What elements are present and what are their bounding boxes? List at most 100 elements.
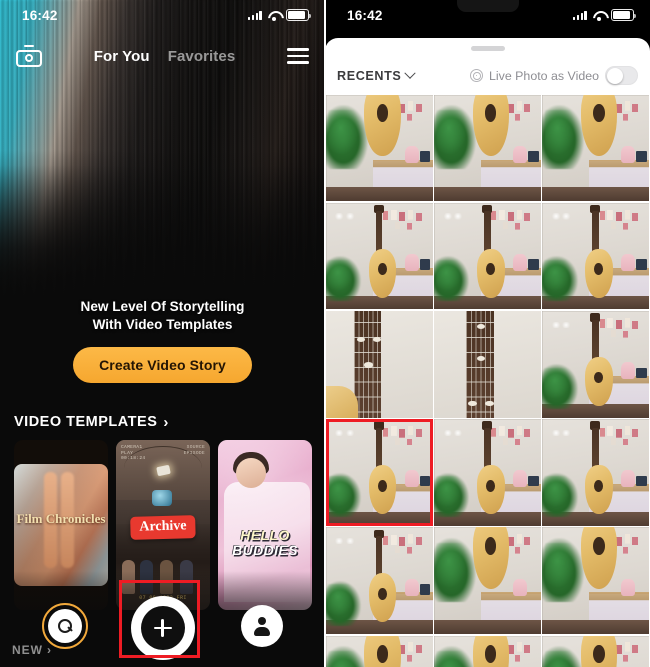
photo-grid-cell[interactable] [434, 202, 541, 310]
photo-thumbnail [542, 527, 649, 635]
chevron-down-icon [404, 67, 417, 79]
photo-thumbnail [326, 202, 433, 310]
photo-thumbnail [542, 635, 649, 667]
photo-thumbnail [542, 419, 649, 526]
plus-icon [153, 619, 172, 637]
template-title-archive: Archive [130, 515, 196, 540]
chevron-right-icon: › [163, 413, 169, 431]
phone-divider [324, 0, 326, 667]
battery-icon [611, 9, 637, 21]
photo-thumbnail [434, 635, 541, 667]
device-notch [456, 0, 519, 12]
template-title-film-chronicles: Film Chronicles [16, 511, 106, 526]
live-photo-toggle[interactable] [605, 66, 638, 86]
hello-buddies-line-1: HELLO [240, 527, 290, 543]
photo-thumbnail [434, 419, 541, 526]
left-phone-screen: 16:42 For You Favorites New Level Of Sto… [0, 0, 325, 667]
cellular-bars-icon [572, 10, 587, 20]
album-selector[interactable]: RECENTS [337, 67, 417, 83]
battery-icon [286, 9, 312, 21]
photo-grid-cell[interactable] [542, 311, 649, 418]
add-button[interactable] [130, 596, 195, 660]
photo-thumbnail [434, 527, 541, 635]
hero-title-line-2: With Video Templates [92, 317, 233, 332]
status-bar-time: 16:42 [22, 7, 58, 23]
photo-thumbnail [326, 527, 433, 635]
tab-favorites[interactable]: Favorites [168, 48, 236, 65]
thumbnail-detail [236, 458, 266, 488]
hero-section: New Level Of Storytelling With Video Tem… [0, 298, 325, 383]
photo-thumbnail [434, 311, 541, 418]
tab-for-you[interactable]: For You [94, 48, 150, 65]
photo-grid-cell-selected[interactable] [326, 419, 433, 526]
photo-thumbnail [326, 419, 433, 526]
status-bar: 16:42 [0, 0, 325, 30]
search-icon [57, 618, 73, 634]
template-card-hello-buddies[interactable]: HELLO BUDDIES [218, 440, 312, 610]
photo-thumbnail [434, 202, 541, 310]
photo-grid-cell[interactable] [434, 527, 541, 635]
profile-button[interactable] [241, 605, 283, 647]
video-templates-carousel[interactable]: Film Chronicles CAMERA1 PLAY 00:18:24 SO… [0, 440, 325, 612]
toggle-knob [607, 67, 624, 85]
profile-icon [253, 616, 271, 636]
archive-overlay-source-info: SOURCE EPISODE [183, 445, 205, 456]
photo-thumbnail [326, 311, 433, 418]
photo-grid-cell[interactable] [434, 419, 541, 526]
status-bar-icons [572, 9, 637, 21]
archive-overlay-camera-info: CAMERA1 PLAY 00:18:24 [121, 445, 146, 462]
template-title-hello-buddies: HELLO BUDDIES [218, 528, 312, 558]
thumbnail-detail [152, 490, 172, 506]
photo-grid-cell[interactable] [542, 635, 649, 667]
photo-grid-cell[interactable] [542, 94, 649, 202]
add-button-inner [140, 606, 185, 650]
feed-tabs: For You Favorites [42, 48, 287, 65]
photo-grid-cell[interactable] [326, 311, 433, 418]
hero-cta-wrapper: Create Video Story [0, 347, 325, 383]
wifi-icon [267, 10, 281, 21]
live-photo-label: Live Photo as Video [489, 68, 599, 83]
photo-grid-cell[interactable] [434, 635, 541, 667]
album-label: RECENTS [337, 68, 402, 83]
status-bar-icons [247, 9, 312, 21]
search-button-inner [48, 609, 82, 643]
photo-grid-cell[interactable] [326, 94, 433, 202]
photo-grid-cell[interactable] [326, 202, 433, 310]
photo-thumbnail [542, 311, 649, 418]
hello-buddies-line-2: BUDDIES [232, 542, 298, 558]
photo-grid-cell[interactable] [326, 635, 433, 667]
photo-grid-cell[interactable] [542, 527, 649, 635]
picker-header: RECENTS Live Photo as Video [325, 57, 650, 95]
photo-grid-cell[interactable] [542, 202, 649, 310]
photo-grid-cell[interactable] [326, 527, 433, 635]
status-bar-time: 16:42 [347, 7, 383, 23]
photo-thumbnail [326, 635, 433, 667]
video-templates-header[interactable]: VIDEO TEMPLATES › [14, 414, 168, 430]
bottom-tab-bar [0, 596, 325, 660]
drag-handle[interactable] [470, 46, 505, 51]
photo-thumbnail [434, 94, 541, 202]
cellular-bars-icon [247, 10, 262, 20]
search-button[interactable] [42, 603, 88, 649]
screenshot-stage: 16:42 For You Favorites New Level Of Sto… [0, 0, 650, 667]
photo-thumbnail [542, 94, 649, 202]
hero-title-line-1: New Level Of Storytelling [80, 299, 245, 314]
top-navigation-bar: For You Favorites [0, 38, 325, 74]
template-card-film-chronicles[interactable]: Film Chronicles [14, 440, 108, 610]
photo-grid-cell[interactable] [434, 94, 541, 202]
photo-grid[interactable] [325, 94, 650, 667]
photo-grid-cell[interactable] [542, 419, 649, 526]
video-templates-title: VIDEO TEMPLATES [14, 414, 158, 430]
photo-picker-sheet: RECENTS Live Photo as Video [325, 38, 650, 667]
right-phone-screen: 16:42 RECENTS Live Photo as Video [325, 0, 650, 667]
create-video-story-button[interactable]: Create Video Story [73, 347, 252, 383]
live-photo-setting[interactable]: Live Photo as Video [470, 66, 638, 86]
template-card-archive[interactable]: CAMERA1 PLAY 00:18:24 SOURCE EPISODE Arc… [116, 440, 210, 610]
camera-icon[interactable] [16, 45, 42, 67]
photo-thumbnail [542, 202, 649, 310]
wifi-icon [592, 10, 606, 21]
hamburger-menu-icon[interactable] [287, 48, 309, 64]
photo-thumbnail [326, 94, 433, 202]
photo-grid-cell[interactable] [434, 311, 541, 418]
status-bar: 16:42 [325, 0, 650, 30]
